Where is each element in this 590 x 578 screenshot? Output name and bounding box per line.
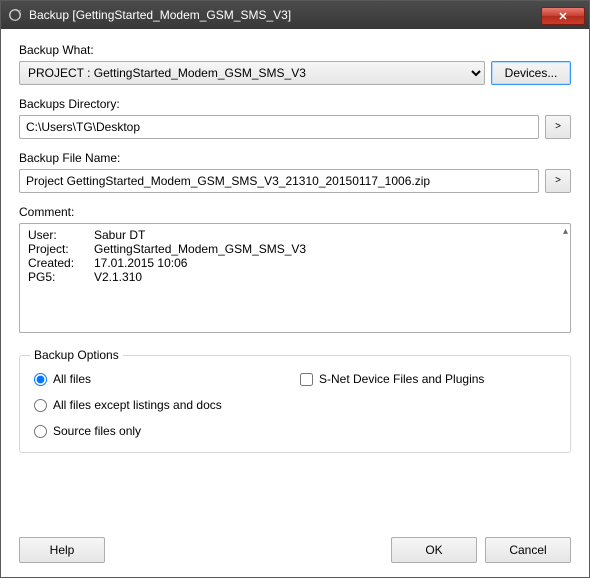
close-icon: ✕: [558, 10, 567, 23]
option-all-except[interactable]: All files except listings and docs: [34, 398, 556, 412]
comment-val: Sabur DT: [92, 228, 308, 242]
browse-directory-button[interactable]: >: [545, 115, 571, 139]
dialog-buttons: Help OK Cancel: [19, 521, 571, 563]
devices-button[interactable]: Devices...: [491, 61, 571, 85]
comment-label: Comment:: [19, 205, 571, 219]
backup-dialog: Backup [GettingStarted_Modem_GSM_SMS_V3]…: [0, 0, 590, 578]
comment-key: Created:: [26, 256, 92, 270]
backups-directory-input[interactable]: [19, 115, 539, 139]
radio-all-except[interactable]: [34, 399, 47, 412]
option-source-only[interactable]: Source files only: [34, 424, 556, 438]
comment-val: 17.01.2015 10:06: [92, 256, 308, 270]
comment-val: GettingStarted_Modem_GSM_SMS_V3: [92, 242, 308, 256]
backup-options-group: Backup Options All files S-Net Device Fi…: [19, 355, 571, 453]
window-title: Backup [GettingStarted_Modem_GSM_SMS_V3]: [29, 8, 541, 22]
backup-what-select[interactable]: PROJECT : GettingStarted_Modem_GSM_SMS_V…: [19, 61, 485, 85]
backup-file-name-label: Backup File Name:: [19, 151, 571, 165]
chevron-right-icon: >: [555, 176, 561, 186]
comment-key: PG5:: [26, 270, 92, 284]
cancel-button[interactable]: Cancel: [485, 537, 571, 563]
radio-source-only[interactable]: [34, 425, 47, 438]
dialog-content: Backup What: PROJECT : GettingStarted_Mo…: [1, 29, 589, 577]
comment-key: User:: [26, 228, 92, 242]
backup-options-legend: Backup Options: [30, 348, 123, 362]
radio-all-files[interactable]: [34, 373, 47, 386]
scroll-up-icon[interactable]: ▴: [563, 226, 568, 237]
backup-what-label: Backup What:: [19, 43, 571, 57]
app-icon: [7, 7, 23, 23]
browse-file-button[interactable]: >: [545, 169, 571, 193]
backups-directory-label: Backups Directory:: [19, 97, 571, 111]
option-all-files[interactable]: All files: [34, 372, 290, 386]
checkbox-snet[interactable]: [300, 373, 313, 386]
titlebar: Backup [GettingStarted_Modem_GSM_SMS_V3]…: [1, 1, 589, 29]
comment-key: Project:: [26, 242, 92, 256]
option-snet[interactable]: S-Net Device Files and Plugins: [300, 372, 556, 386]
help-button[interactable]: Help: [19, 537, 105, 563]
close-button[interactable]: ✕: [541, 7, 585, 25]
chevron-right-icon: >: [555, 122, 561, 132]
comment-textarea[interactable]: User:Sabur DT Project:GettingStarted_Mod…: [19, 223, 571, 333]
backup-file-name-input[interactable]: [19, 169, 539, 193]
comment-val: V2.1.310: [92, 270, 308, 284]
ok-button[interactable]: OK: [391, 537, 477, 563]
